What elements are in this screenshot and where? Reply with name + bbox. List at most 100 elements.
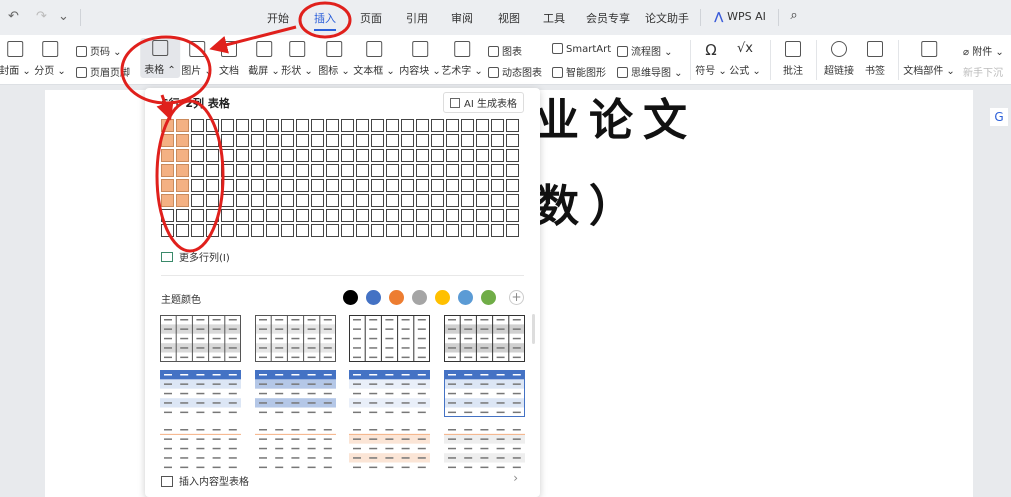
grid-cell[interactable] xyxy=(341,224,354,237)
grid-cell[interactable] xyxy=(161,209,174,222)
grid-cell[interactable] xyxy=(491,119,504,132)
grid-cell[interactable] xyxy=(296,134,309,147)
textbox-button[interactable]: 文本框 ⌄ xyxy=(353,41,395,77)
grid-cell[interactable] xyxy=(191,164,204,177)
grid-cell[interactable] xyxy=(251,164,264,177)
grid-cell[interactable] xyxy=(191,134,204,147)
grid-cell[interactable] xyxy=(371,149,384,162)
grid-cell[interactable] xyxy=(236,179,249,192)
grid-cell[interactable] xyxy=(401,209,414,222)
theme-color-swatch[interactable] xyxy=(412,290,427,305)
table-style-thumbnail[interactable] xyxy=(349,425,430,472)
grid-cell[interactable] xyxy=(281,164,294,177)
tab-member[interactable]: 会员专享 xyxy=(586,10,630,26)
grid-cell[interactable] xyxy=(506,224,519,237)
novice-button[interactable]: 新手下沉 xyxy=(963,64,1003,79)
table-style-thumbnail[interactable] xyxy=(160,370,241,417)
grid-cell[interactable] xyxy=(236,224,249,237)
header-footer-button[interactable]: 页眉页脚 xyxy=(76,64,130,79)
flowchart-button[interactable]: 流程图 ⌄ xyxy=(617,43,673,58)
grid-cell[interactable] xyxy=(266,224,279,237)
grid-cell[interactable] xyxy=(431,164,444,177)
grid-cell[interactable] xyxy=(161,194,174,207)
grid-cell[interactable] xyxy=(446,119,459,132)
grid-cell[interactable] xyxy=(416,194,429,207)
table-style-thumbnail[interactable] xyxy=(443,425,525,472)
attachment-button[interactable]: ⌀ 附件 ⌄ xyxy=(963,43,1004,58)
grid-cell[interactable] xyxy=(506,179,519,192)
grid-cell[interactable] xyxy=(236,134,249,147)
grid-cell[interactable] xyxy=(461,164,474,177)
grid-cell[interactable] xyxy=(431,224,444,237)
grid-cell[interactable] xyxy=(191,209,204,222)
tab-view[interactable]: 视图 xyxy=(498,10,520,26)
grid-cell[interactable] xyxy=(446,224,459,237)
grid-cell[interactable] xyxy=(191,179,204,192)
add-color-button[interactable]: + xyxy=(509,290,524,305)
grid-cell[interactable] xyxy=(311,179,324,192)
grid-cell[interactable] xyxy=(251,149,264,162)
grid-cell[interactable] xyxy=(326,224,339,237)
grid-cell[interactable] xyxy=(431,119,444,132)
grid-cell[interactable] xyxy=(221,149,234,162)
grid-cell[interactable] xyxy=(161,149,174,162)
grid-cell[interactable] xyxy=(251,209,264,222)
shape-button[interactable]: 形状 ⌄ xyxy=(281,41,313,77)
grid-cell[interactable] xyxy=(266,194,279,207)
grid-cell[interactable] xyxy=(491,164,504,177)
grid-cell[interactable] xyxy=(206,179,219,192)
grid-cell[interactable] xyxy=(191,224,204,237)
grid-cell[interactable] xyxy=(356,194,369,207)
grid-cell[interactable] xyxy=(251,134,264,147)
grid-cell[interactable] xyxy=(311,224,324,237)
grid-cell[interactable] xyxy=(506,209,519,222)
content-block-button[interactable]: 内容块 ⌄ xyxy=(399,41,441,77)
grid-cell[interactable] xyxy=(341,119,354,132)
table-style-thumbnail[interactable] xyxy=(254,315,336,362)
grid-cell[interactable] xyxy=(341,134,354,147)
grid-cell[interactable] xyxy=(506,134,519,147)
symbol-button[interactable]: Ω 符号 ⌄ xyxy=(695,41,727,77)
grid-cell[interactable] xyxy=(281,194,294,207)
grid-cell[interactable] xyxy=(311,209,324,222)
grid-cell[interactable] xyxy=(476,119,489,132)
grid-cell[interactable] xyxy=(401,119,414,132)
redo-button[interactable]: ↷ xyxy=(36,9,47,24)
grid-cell[interactable] xyxy=(461,119,474,132)
cover-button[interactable]: 封面 ⌄ xyxy=(0,41,31,77)
grid-cell[interactable] xyxy=(431,179,444,192)
grid-cell[interactable] xyxy=(386,164,399,177)
grid-cell[interactable] xyxy=(326,149,339,162)
doc-parts-button[interactable]: 文档部件 ⌄ xyxy=(903,41,955,77)
picture-button[interactable]: 图片 ⌄ xyxy=(181,41,213,77)
page-number-button[interactable]: 页码 ⌄ xyxy=(76,43,122,58)
tab-insert[interactable]: 插入 xyxy=(314,10,336,31)
grid-cell[interactable] xyxy=(341,209,354,222)
grid-cell[interactable] xyxy=(206,119,219,132)
grid-cell[interactable] xyxy=(221,209,234,222)
quick-access-dropdown[interactable]: ⌄ xyxy=(58,9,69,24)
grid-cell[interactable] xyxy=(431,134,444,147)
grid-cell[interactable] xyxy=(461,194,474,207)
grid-cell[interactable] xyxy=(281,224,294,237)
grid-cell[interactable] xyxy=(416,119,429,132)
grid-cell[interactable] xyxy=(326,194,339,207)
grid-cell[interactable] xyxy=(281,179,294,192)
chart-button[interactable]: 图表 xyxy=(488,43,522,58)
grid-cell[interactable] xyxy=(371,179,384,192)
grid-cell[interactable] xyxy=(161,179,174,192)
grid-cell[interactable] xyxy=(176,149,189,162)
document-button[interactable]: 文档 xyxy=(219,41,239,77)
grid-cell[interactable] xyxy=(296,194,309,207)
grid-cell[interactable] xyxy=(356,119,369,132)
grid-cell[interactable] xyxy=(506,119,519,132)
grid-cell[interactable] xyxy=(416,224,429,237)
grid-cell[interactable] xyxy=(401,179,414,192)
grid-cell[interactable] xyxy=(236,194,249,207)
table-style-thumbnail[interactable] xyxy=(160,425,241,472)
grid-cell[interactable] xyxy=(296,149,309,162)
grid-cell[interactable] xyxy=(176,224,189,237)
tab-tools[interactable]: 工具 xyxy=(543,10,565,26)
grid-cell[interactable] xyxy=(356,149,369,162)
grid-cell[interactable] xyxy=(206,134,219,147)
